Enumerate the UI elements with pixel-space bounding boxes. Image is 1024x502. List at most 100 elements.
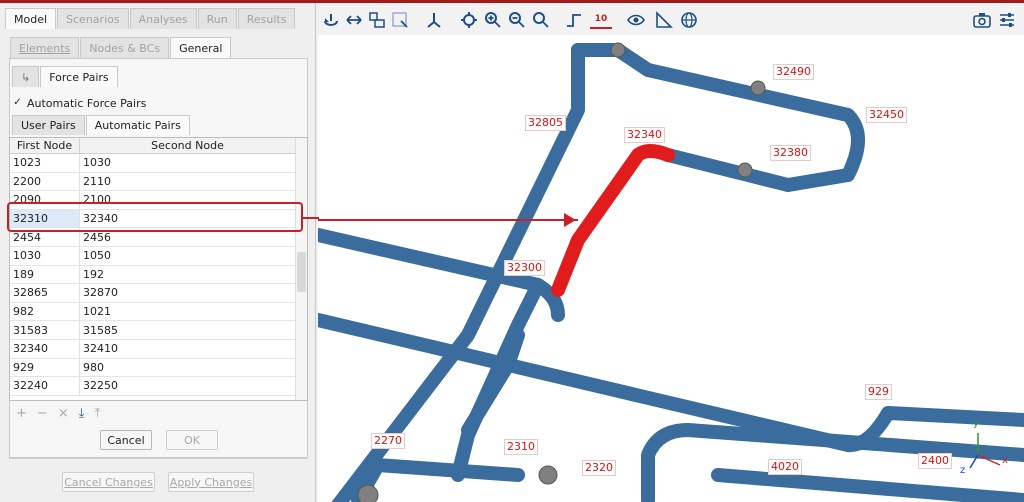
table-tools: + − × ⤓ ⤒	[16, 406, 100, 421]
tab-scenarios[interactable]: Scenarios	[57, 8, 129, 29]
add-icon[interactable]: +	[16, 406, 27, 421]
pair-tabs: User Pairs Automatic Pairs	[12, 115, 191, 135]
eye-icon[interactable]	[627, 11, 645, 29]
zoom-icon[interactable]	[532, 11, 550, 29]
main-tabs: Model Scenarios Analyses Run Results	[5, 8, 296, 29]
tab-run[interactable]: Run	[197, 8, 237, 29]
scrollbar-thumb[interactable]	[297, 252, 306, 292]
second-node-cell: 32250	[80, 377, 296, 395]
second-node-cell: 32870	[80, 284, 296, 302]
clear-icon[interactable]: ×	[58, 406, 69, 421]
tab-analyses[interactable]: Analyses	[129, 8, 197, 29]
pipe-segment[interactable]	[351, 458, 525, 502]
table-row[interactable]: 2200 2110	[10, 172, 307, 192]
second-node-cell: 192	[80, 265, 296, 284]
settings-sliders-icon[interactable]	[998, 11, 1016, 29]
first-node-cell: 31583	[10, 321, 80, 339]
tab-general[interactable]: General	[170, 37, 232, 58]
table-header: First Node Second Node	[10, 138, 307, 154]
fit-horizontal-icon[interactable]	[345, 11, 363, 29]
first-node-cell: 1023	[10, 154, 80, 172]
header-first-node[interactable]: First Node	[10, 138, 80, 153]
first-node-cell: 32865	[10, 284, 80, 302]
camera-icon[interactable]	[973, 11, 991, 29]
node-step-icon[interactable]	[565, 11, 583, 29]
first-node-cell: 982	[10, 302, 80, 321]
force-pair-tabs: ↳ Force Pairs	[12, 66, 119, 87]
zoom-box-icon[interactable]	[391, 11, 409, 29]
tab-model[interactable]: Model	[5, 8, 57, 29]
node-label: 32300	[504, 260, 545, 276]
tab-user-pairs[interactable]: User Pairs	[12, 115, 85, 135]
header-second-node[interactable]: Second Node	[80, 138, 296, 153]
node-label: 2310	[504, 439, 538, 455]
node-label: 32450	[866, 107, 907, 123]
divider	[9, 458, 308, 459]
label-size-icon[interactable]: 10	[590, 11, 612, 29]
automatic-force-pairs-label: Automatic Force Pairs	[27, 97, 147, 110]
callout-arrow-icon	[564, 213, 576, 227]
table-row[interactable]: 1030 1050	[10, 246, 307, 266]
second-node-cell: 32410	[80, 339, 296, 358]
table-row[interactable]: 929 980	[10, 358, 307, 378]
tab-results[interactable]: Results	[237, 8, 296, 29]
sub-tabs: Elements Nodes & BCs General	[10, 37, 232, 58]
table-row[interactable]: 32240 32250	[10, 377, 307, 396]
tab-elements[interactable]: Elements	[10, 37, 80, 58]
axis-z-label: z	[960, 465, 966, 476]
tab-force-pairs[interactable]: Force Pairs	[40, 66, 118, 87]
node-label: 32490	[773, 64, 814, 80]
viewer-toolbar: 10	[318, 3, 1024, 35]
axis-y-label: y	[973, 418, 979, 429]
valve-icon[interactable]	[750, 80, 766, 96]
pipe-model[interactable]	[318, 35, 1024, 502]
table-row[interactable]: 31583 31585	[10, 321, 307, 340]
valve-icon[interactable]	[357, 484, 379, 502]
ok-button[interactable]: OK	[166, 430, 218, 450]
node-label: 2400	[918, 453, 952, 469]
pipe-segment[interactable]	[461, 328, 525, 437]
automatic-force-pairs-checkbox[interactable]: ✓ Automatic Force Pairs	[12, 97, 146, 110]
node-label: 929	[865, 384, 892, 400]
table-row[interactable]: 32865 32870	[10, 284, 307, 303]
first-node-cell: 929	[10, 358, 80, 377]
rotate-icon[interactable]	[322, 11, 340, 29]
tab-nodes-bcs[interactable]: Nodes & BCs	[80, 37, 170, 58]
axis-x-label: x	[1002, 455, 1008, 466]
back-button[interactable]: ↳	[12, 66, 40, 87]
model-3d-view[interactable]: 32490 32450 32805 32340 32380 32300 929 …	[318, 35, 1024, 502]
second-node-cell: 980	[80, 358, 296, 377]
import-icon[interactable]: ⤓	[79, 406, 85, 421]
table-row[interactable]: 1023 1030	[10, 154, 307, 173]
left-panel: Model Scenarios Analyses Run Results Ele…	[0, 3, 316, 502]
cancel-changes-button[interactable]: Cancel Changes	[62, 472, 155, 492]
first-node-cell: 32240	[10, 377, 80, 395]
cancel-button[interactable]: Cancel	[100, 430, 152, 450]
measure-icon[interactable]	[655, 11, 673, 29]
node-label: 32380	[770, 145, 811, 161]
table-row[interactable]: 189 192	[10, 265, 307, 285]
select-box-icon[interactable]	[368, 11, 386, 29]
callout-connector	[303, 217, 319, 219]
valve-icon[interactable]	[737, 162, 753, 178]
first-node-cell: 32340	[10, 339, 80, 358]
center-target-icon[interactable]	[460, 11, 478, 29]
remove-icon[interactable]: −	[37, 406, 48, 421]
globe-icon[interactable]	[680, 11, 698, 29]
pipe-segment[interactable]	[711, 468, 1024, 502]
table-scrollbar[interactable]	[295, 138, 307, 400]
selected-row-highlight	[7, 202, 303, 232]
second-node-cell: 1050	[80, 246, 296, 265]
node-label: 2270	[371, 433, 405, 449]
zoom-in-icon[interactable]	[484, 11, 502, 29]
zoom-out-icon[interactable]	[508, 11, 526, 29]
axes-icon[interactable]	[425, 11, 443, 29]
tab-automatic-pairs[interactable]: Automatic Pairs	[85, 115, 190, 135]
valve-icon[interactable]	[538, 465, 558, 485]
table-row[interactable]: 32340 32410	[10, 339, 307, 359]
apply-changes-button[interactable]: Apply Changes	[168, 472, 254, 492]
valve-icon[interactable]	[610, 42, 626, 58]
first-node-cell: 189	[10, 265, 80, 284]
export-icon[interactable]: ⤒	[94, 406, 100, 421]
table-row[interactable]: 982 1021	[10, 302, 307, 322]
